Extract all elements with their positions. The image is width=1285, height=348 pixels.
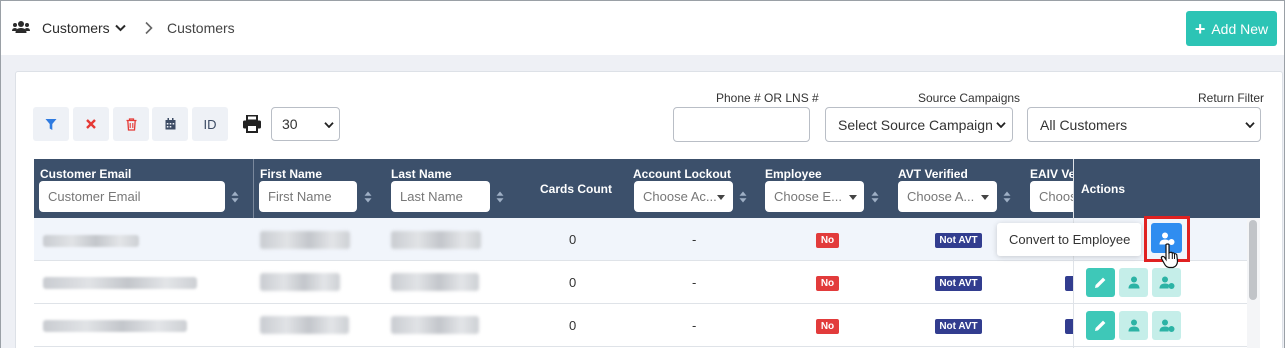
user-icon	[1128, 319, 1139, 332]
avt-badge: Not AVT	[935, 319, 982, 334]
pencil-icon	[1095, 277, 1106, 288]
source-campaign-value: Select Source Campaign	[838, 116, 993, 133]
breadcrumb-section-label: Customers	[42, 20, 110, 36]
first-name-cell-redacted	[260, 231, 350, 249]
hand-cursor-icon	[1160, 243, 1179, 269]
caret-down-icon	[849, 195, 857, 200]
calendar-icon	[165, 118, 175, 130]
delete-button[interactable]	[113, 107, 149, 141]
column-header-employee: Employee	[765, 167, 822, 181]
column-header-last-name: Last Name	[391, 167, 452, 181]
first-name-cell-redacted	[260, 316, 349, 334]
email-cell-redacted	[43, 235, 139, 247]
chevron-down-icon	[114, 24, 126, 32]
sort-icon[interactable]	[1003, 191, 1011, 203]
column-header-email: Customer Email	[40, 167, 132, 181]
account-lockout-cell: -	[692, 318, 697, 333]
users-icon	[12, 21, 30, 33]
column-header-avt-verified: AVT Verified	[898, 167, 968, 181]
filter-button[interactable]	[33, 107, 69, 141]
last-name-filter-input[interactable]: Last Name	[391, 181, 490, 212]
account-lockout-cell: -	[692, 232, 697, 247]
pencil-icon	[1095, 320, 1106, 331]
view-user-button[interactable]	[1119, 311, 1148, 340]
caret-down-icon	[717, 195, 725, 200]
avt-badge: Not AVT	[935, 276, 982, 291]
source-campaigns-label: Source Campaigns	[918, 91, 1021, 105]
last-name-cell-redacted	[391, 273, 479, 291]
convert-to-employee-button[interactable]	[1152, 268, 1181, 297]
edit-button[interactable]	[1086, 311, 1115, 340]
avt-badge: Not AVT	[935, 233, 982, 248]
employee-badge: No	[816, 276, 839, 291]
chevron-down-icon	[1245, 122, 1255, 128]
column-header-first-name: First Name	[260, 167, 323, 181]
filter-icon	[45, 118, 57, 130]
table-row[interactable]: 0 - No Not AVT	[34, 304, 1247, 347]
sort-icon[interactable]	[739, 191, 747, 203]
user-convert-icon	[1159, 276, 1174, 289]
view-user-button[interactable]	[1119, 268, 1148, 297]
chevron-down-icon	[324, 122, 334, 128]
sort-icon[interactable]	[871, 191, 879, 203]
id-label: ID	[203, 116, 217, 132]
user-convert-icon	[1159, 319, 1174, 332]
last-name-cell-redacted	[391, 316, 479, 334]
breadcrumb-current: Customers	[167, 20, 235, 36]
column-header-account-lockout: Account Lockout	[633, 167, 731, 181]
employee-badge: No	[816, 319, 839, 334]
source-campaign-select[interactable]: Select Source Campaign	[825, 107, 1013, 142]
column-header-cards-count: Cards Count	[540, 182, 612, 196]
chevron-down-icon	[996, 122, 1006, 128]
eaiv-verified-select[interactable]: Choos	[1030, 181, 1073, 212]
edit-button[interactable]	[1086, 268, 1115, 297]
last-name-cell-redacted	[391, 231, 481, 249]
trash-icon	[126, 117, 136, 131]
add-new-label: Add New	[1211, 20, 1269, 37]
account-lockout-cell: -	[692, 275, 697, 290]
email-filter-input[interactable]: Customer Email	[39, 181, 225, 212]
sort-icon[interactable]	[496, 191, 504, 203]
sort-icon[interactable]	[364, 191, 372, 203]
close-icon	[86, 119, 96, 129]
user-icon	[1128, 276, 1139, 289]
date-filter-button[interactable]	[152, 107, 188, 141]
per-page-value: 30	[282, 116, 298, 132]
plus-icon: +	[1194, 18, 1206, 39]
print-icon[interactable]	[242, 115, 262, 133]
column-divider	[253, 159, 254, 218]
clear-filters-button[interactable]	[73, 107, 109, 141]
return-filter-value: All Customers	[1040, 116, 1128, 133]
cards-count-cell: 0	[569, 275, 577, 290]
add-new-button[interactable]: + Add New	[1186, 11, 1277, 46]
tooltip: Convert to Employee	[997, 223, 1141, 256]
caret-down-icon	[981, 195, 989, 200]
tooltip-text: Convert to Employee	[1009, 232, 1131, 247]
email-cell-redacted	[43, 320, 187, 332]
cards-count-cell: 0	[569, 232, 577, 247]
phone-filter-input[interactable]	[673, 107, 810, 142]
convert-to-employee-button[interactable]	[1152, 311, 1181, 340]
breadcrumb-section-dropdown[interactable]: Customers	[42, 20, 126, 36]
cards-count-cell: 0	[569, 318, 577, 333]
first-name-filter-input[interactable]: First Name	[259, 181, 357, 212]
email-cell-redacted	[43, 277, 197, 289]
employee-badge: No	[816, 233, 839, 248]
return-filter-select[interactable]: All Customers	[1027, 107, 1261, 142]
first-name-cell-redacted	[260, 273, 340, 291]
phone-filter-label: Phone # OR LNS #	[716, 91, 819, 105]
sort-icon[interactable]	[231, 191, 239, 203]
id-button[interactable]: ID	[192, 107, 228, 141]
scrollbar-thumb[interactable]	[1249, 220, 1257, 300]
chevron-right-icon	[145, 21, 153, 35]
return-filter-label: Return Filter	[1198, 91, 1265, 105]
table-row[interactable]: 0 - No Not AVT	[34, 261, 1247, 304]
